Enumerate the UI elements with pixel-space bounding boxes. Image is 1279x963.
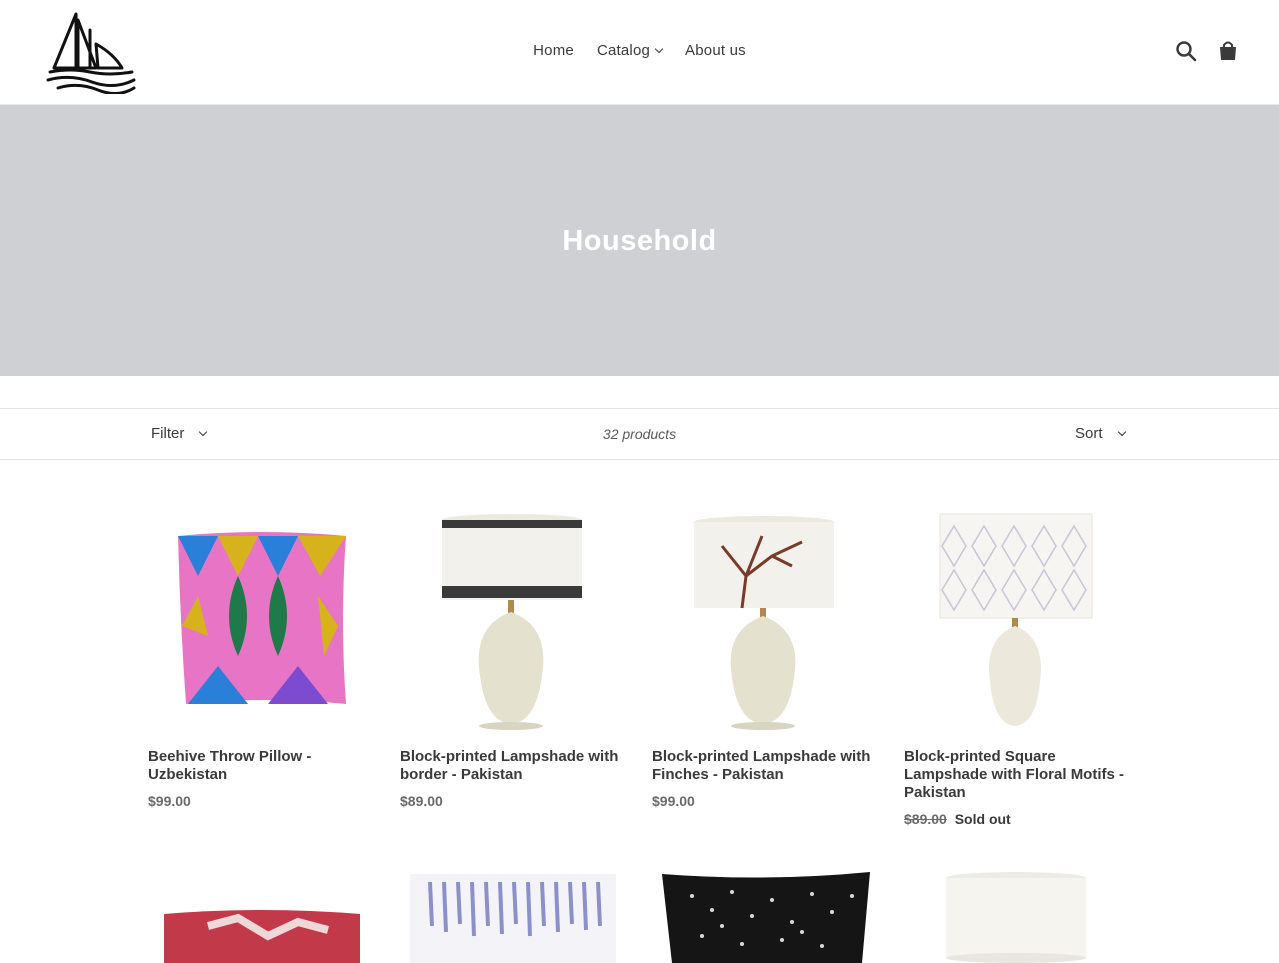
chevron-down-icon (1117, 427, 1126, 436)
sold-out-badge: Sold out (954, 811, 1011, 827)
product-image[interactable] (400, 506, 628, 734)
product-image[interactable] (148, 506, 376, 734)
product-image[interactable] (652, 506, 880, 734)
product-card[interactable]: Beehive Throw Pillow - Uzbekistan $99.00 (148, 506, 376, 809)
main-nav: Home Catalog About us (0, 42, 1279, 59)
product-image[interactable] (904, 866, 1132, 963)
product-card[interactable]: Block-printed Square Lampshade with Flor… (904, 506, 1132, 827)
product-image[interactable] (652, 866, 880, 963)
cart-icon[interactable] (1217, 40, 1239, 62)
product-card[interactable]: Block-printed Lampshade with Finches - P… (652, 506, 880, 809)
product-price-value: $99.00 (652, 793, 695, 809)
nav-about-label: About us (685, 42, 746, 59)
product-image[interactable] (148, 866, 376, 963)
product-title[interactable]: Block-printed Lampshade with Finches - P… (652, 748, 880, 784)
product-card[interactable] (400, 866, 628, 963)
product-card[interactable] (904, 866, 1132, 963)
search-icon[interactable] (1175, 40, 1197, 62)
sort-label: Sort (1075, 425, 1103, 442)
product-image[interactable] (904, 506, 1132, 734)
collection-title: Household (562, 225, 717, 257)
product-price-value: $89.00 (400, 793, 443, 809)
product-price: $99.00 (652, 793, 880, 809)
product-card[interactable] (652, 866, 880, 963)
product-image[interactable] (400, 866, 628, 963)
nav-home-label: Home (533, 42, 574, 59)
collection-toolbar: Filter 32 products Sort (0, 408, 1279, 460)
product-price-value: $99.00 (148, 793, 191, 809)
sort-select[interactable]: Sort (1075, 425, 1126, 442)
nav-home-link[interactable]: Home (533, 42, 574, 59)
product-price: $99.00 (148, 793, 376, 809)
nav-catalog-link[interactable]: Catalog (596, 42, 664, 59)
product-title[interactable]: Beehive Throw Pillow - Uzbekistan (148, 748, 376, 784)
nav-catalog-label: Catalog (596, 42, 651, 59)
product-price-value: $89.00 (904, 811, 947, 827)
product-price: $89.00 Sold out (904, 811, 1132, 827)
product-title[interactable]: Block-printed Lampshade with border - Pa… (400, 748, 628, 784)
product-title[interactable]: Block-printed Square Lampshade with Flor… (904, 748, 1132, 802)
nav-about-link[interactable]: About us (685, 42, 746, 59)
product-price: $89.00 (400, 793, 628, 809)
product-card[interactable] (148, 866, 376, 963)
collection-hero: Household (0, 105, 1279, 376)
site-header: Home Catalog About us (0, 0, 1279, 105)
chevron-down-icon (654, 44, 664, 53)
product-card[interactable]: Block-printed Lampshade with border - Pa… (400, 506, 628, 809)
